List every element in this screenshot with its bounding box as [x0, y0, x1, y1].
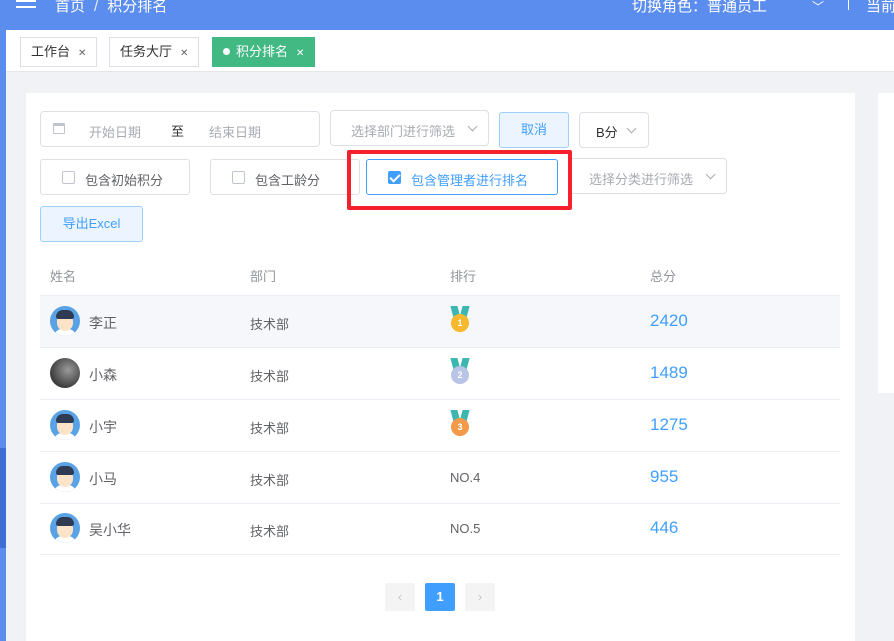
- gold-medal-icon: 1: [450, 306, 470, 332]
- user-name: 李正: [89, 315, 117, 331]
- bronze-medal-icon: 3: [450, 410, 470, 436]
- tags-view-bar: 工作台 ✕ 任务大厅 ✕ 积分排名 ✕: [6, 30, 894, 72]
- user-name: 小宇: [89, 419, 117, 435]
- medal-rank: 3: [451, 418, 469, 436]
- current-user-label[interactable]: 当前: [866, 0, 894, 16]
- category-placeholder: 选择分类进行筛选: [589, 172, 694, 187]
- total-score: 955: [650, 467, 679, 486]
- medal-rank: 2: [451, 366, 469, 384]
- user-name: 小马: [89, 471, 117, 487]
- department: 技术部: [250, 369, 290, 384]
- avatar: [50, 410, 80, 440]
- column-header-rank: 排行: [450, 269, 477, 284]
- rank-cell: 1: [450, 296, 470, 348]
- table-row[interactable]: 小马 技术部 NO.4 955: [40, 452, 840, 504]
- checkbox-label: 包含工龄分: [255, 173, 321, 188]
- close-icon[interactable]: ✕: [180, 48, 188, 59]
- avatar: [50, 306, 80, 336]
- rank-text: NO.4: [450, 470, 481, 485]
- breadcrumb: 首页 / 积分排名: [55, 0, 167, 16]
- header-divider: [848, 0, 849, 10]
- start-date-input[interactable]: 开始日期: [89, 122, 141, 141]
- tab-workbench[interactable]: 工作台 ✕: [20, 37, 98, 67]
- tab-label: 积分排名: [236, 44, 289, 59]
- checkbox-icon: [232, 171, 245, 184]
- end-date-input[interactable]: 结束日期: [209, 122, 261, 141]
- table-header: 姓名 部门 排行 总分: [40, 253, 840, 296]
- tab-label: 任务大厅: [120, 44, 173, 59]
- rank-cell: 3: [450, 400, 470, 452]
- total-score: 446: [650, 518, 679, 537]
- tab-score-ranking[interactable]: 积分排名 ✕: [212, 37, 316, 67]
- chevron-down-icon: [705, 169, 716, 180]
- department-placeholder: 选择部门进行筛选: [351, 124, 456, 139]
- score-type-value: B分: [596, 125, 618, 140]
- checkbox-label: 包含初始积分: [85, 173, 164, 188]
- total-score: 1489: [650, 363, 688, 382]
- rank-cell: 2: [450, 348, 470, 400]
- medal-rank: 1: [451, 314, 469, 332]
- range-separator: 至: [171, 124, 185, 139]
- calendar-icon: [53, 123, 65, 134]
- user-name: 吴小华: [89, 522, 131, 538]
- column-header-name: 姓名: [50, 269, 77, 284]
- checkbox-icon: [62, 171, 75, 184]
- tab-label: 工作台: [31, 44, 71, 59]
- close-icon[interactable]: ✕: [78, 48, 86, 59]
- breadcrumb-separator: /: [94, 0, 99, 15]
- left-sidebar-edge: [0, 30, 6, 641]
- prev-page-button[interactable]: ‹: [385, 583, 415, 611]
- ranking-card: 开始日期 至 结束日期 选择部门进行筛选 取消 B分 包含初始积分 包含工龄分 …: [26, 93, 855, 641]
- avatar: [50, 513, 80, 543]
- department: 技术部: [250, 317, 290, 332]
- date-range-picker[interactable]: 开始日期 至 结束日期: [40, 111, 320, 147]
- top-header: 首页 / 积分排名 切换角色：普通员工 ﹀ 当前: [0, 0, 894, 30]
- total-score: 2420: [650, 311, 688, 330]
- export-excel-button[interactable]: 导出Excel: [40, 206, 143, 242]
- table-row[interactable]: 小宇 技术部 3 1275: [40, 400, 840, 452]
- table-row[interactable]: 小森 技术部 2 1489: [40, 348, 840, 400]
- avatar: [50, 462, 80, 492]
- menu-toggle-icon[interactable]: [16, 0, 36, 14]
- table-row[interactable]: 李正 技术部 1 2420: [40, 296, 840, 348]
- checkbox-label: 包含管理者进行排名: [411, 173, 529, 188]
- score-type-select[interactable]: B分: [579, 112, 649, 148]
- sidebar-active-indicator: [0, 448, 6, 548]
- chevron-down-icon: [626, 123, 637, 134]
- department-select[interactable]: 选择部门进行筛选: [330, 110, 489, 146]
- chevron-down-icon[interactable]: ﹀: [812, 0, 824, 15]
- close-icon[interactable]: ✕: [296, 48, 304, 59]
- tab-task-hall[interactable]: 任务大厅 ✕: [109, 37, 200, 67]
- category-select[interactable]: 选择分类进行筛选: [570, 158, 727, 194]
- role-value: 普通员工: [707, 0, 768, 15]
- chevron-down-icon: [467, 121, 478, 132]
- rank-text: NO.5: [450, 521, 481, 536]
- role-switcher[interactable]: 切换角色：普通员工: [632, 0, 767, 16]
- department: 技术部: [250, 473, 290, 488]
- silver-medal-icon: 2: [450, 358, 470, 384]
- department: 技术部: [250, 421, 290, 436]
- breadcrumb-current: 积分排名: [107, 0, 168, 15]
- breadcrumb-home[interactable]: 首页: [55, 0, 85, 15]
- total-score: 1275: [650, 415, 688, 434]
- page-number-button[interactable]: 1: [425, 583, 455, 611]
- column-header-department: 部门: [250, 269, 277, 284]
- checkbox-checked-icon: [388, 171, 401, 184]
- next-page-button[interactable]: ›: [465, 583, 495, 611]
- user-name: 小森: [89, 367, 117, 383]
- include-managers-checkbox[interactable]: 包含管理者进行排名: [366, 159, 558, 195]
- avatar: [50, 358, 80, 388]
- include-seniority-score-checkbox[interactable]: 包含工龄分: [210, 159, 360, 195]
- active-dot-icon: [223, 48, 230, 55]
- role-label: 切换角色：: [632, 0, 708, 15]
- column-header-total-score: 总分: [650, 269, 677, 284]
- side-panel: [878, 93, 894, 393]
- table-row[interactable]: 吴小华 技术部 NO.5 446: [40, 503, 840, 555]
- department: 技术部: [250, 524, 290, 539]
- cancel-button[interactable]: 取消: [499, 112, 569, 148]
- include-initial-score-checkbox[interactable]: 包含初始积分: [40, 159, 190, 195]
